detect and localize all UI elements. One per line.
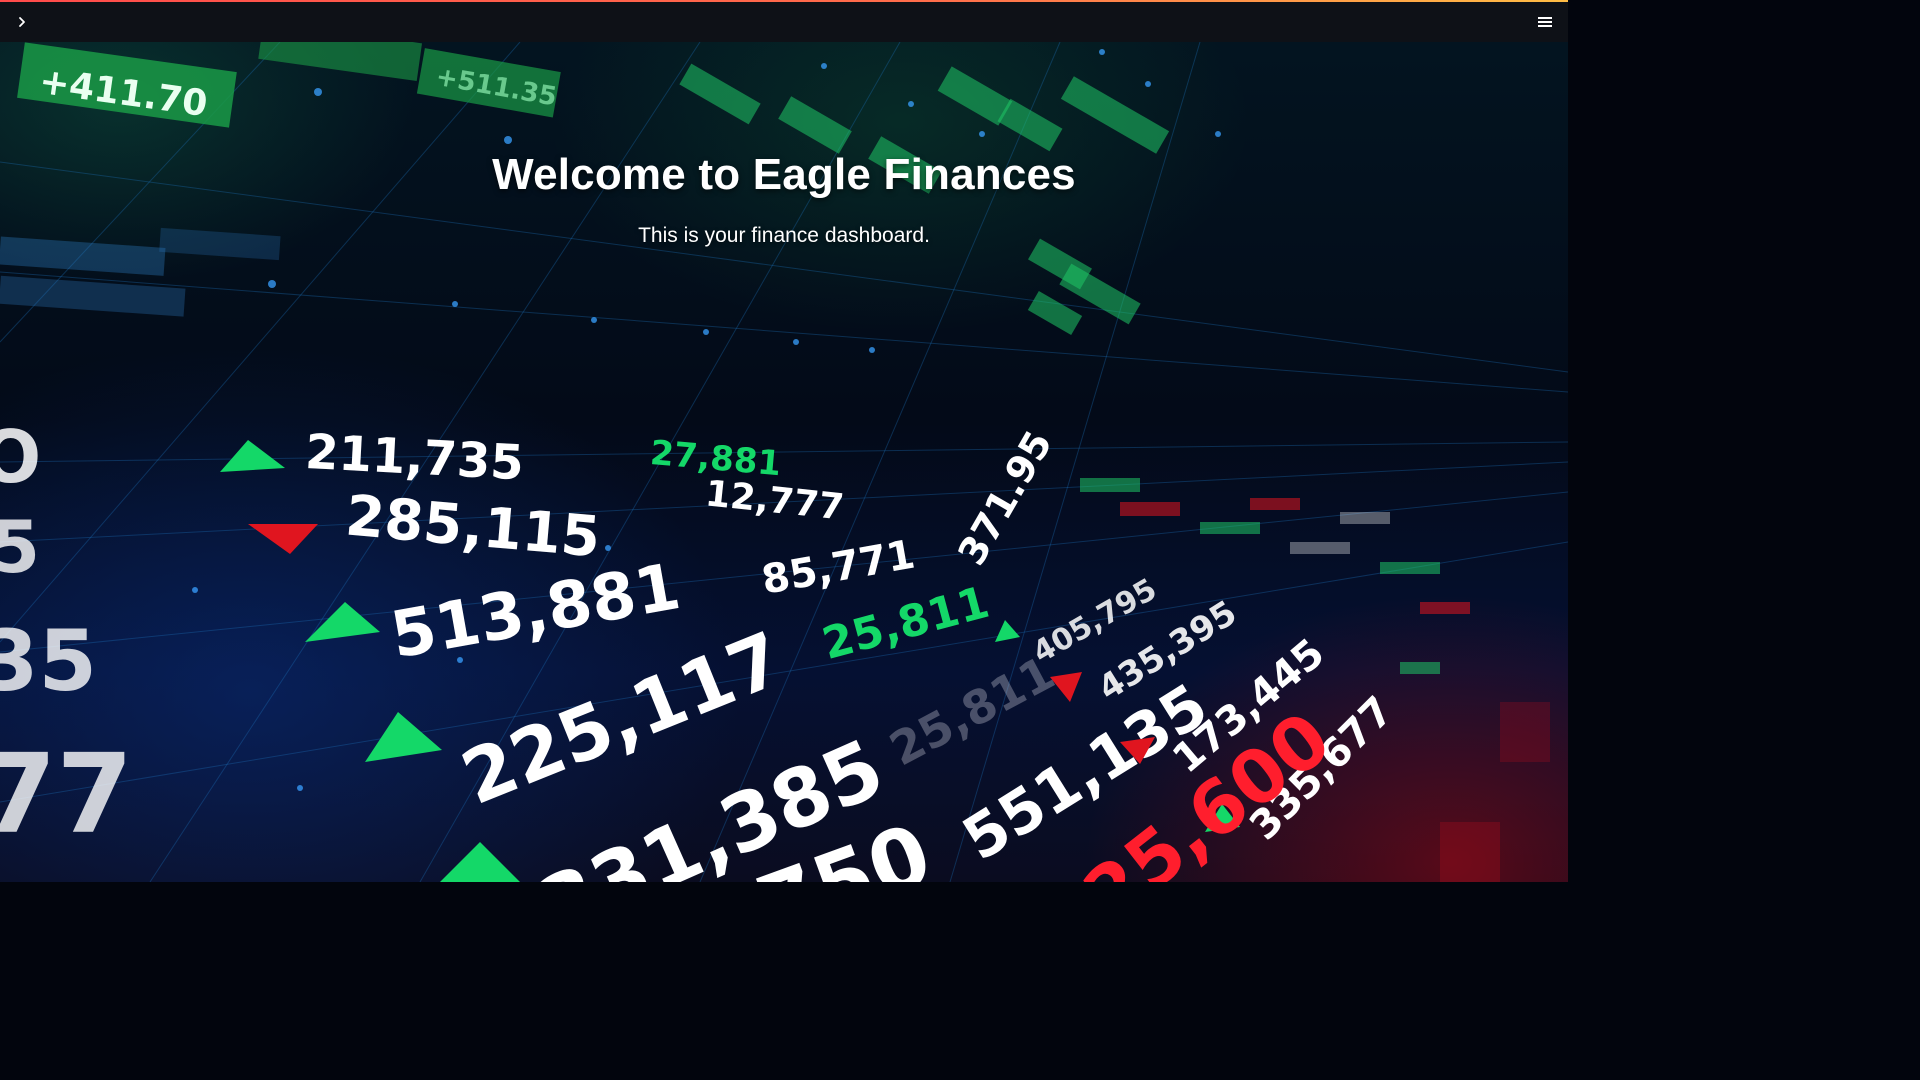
ticker-value-10: 25,811	[817, 577, 994, 670]
ticker-value-9: 371.95	[949, 423, 1060, 572]
up-arrow-icon	[220, 440, 285, 472]
svg-text:25,811: 25,811	[881, 645, 1063, 776]
hamburger-menu-icon	[1538, 17, 1552, 27]
top-bar	[0, 2, 1568, 42]
svg-text:5: 5	[0, 505, 40, 589]
ticker-value-5: 285,115	[343, 483, 603, 570]
main-ticker-rows: O 5 35 77 211,735 27,881 285,115 12,777 …	[0, 415, 1402, 882]
up-arrow-icon	[995, 620, 1020, 642]
main-menu-button[interactable]	[1534, 12, 1556, 32]
svg-text:35: 35	[0, 612, 97, 710]
ticker-value-7: 513,881	[386, 550, 686, 673]
top-accent-line	[0, 0, 1568, 2]
chevron-right-icon	[19, 17, 25, 27]
down-arrow-icon	[248, 524, 318, 554]
page-subtitle: This is your finance dashboard.	[638, 224, 930, 247]
svg-text:77: 77	[0, 730, 133, 858]
svg-text:O: O	[0, 415, 41, 499]
up-arrow-icon	[365, 712, 442, 762]
page-title: Welcome to Eagle Finances	[492, 150, 1076, 199]
ticker-value-3: 211,735	[304, 424, 525, 491]
ticker-value-8: 85,771	[758, 532, 918, 604]
hero-section: Welcome to Eagle Finances This is your f…	[0, 150, 1568, 248]
sidebar-toggle-button[interactable]	[12, 12, 32, 32]
up-arrow-icon	[440, 842, 520, 882]
ticker-value-6: 12,777	[703, 473, 845, 528]
up-arrow-icon	[305, 602, 380, 642]
app-root: +411.70 +511.35 O 5 35 77 211,735 27,881…	[0, 0, 1568, 882]
